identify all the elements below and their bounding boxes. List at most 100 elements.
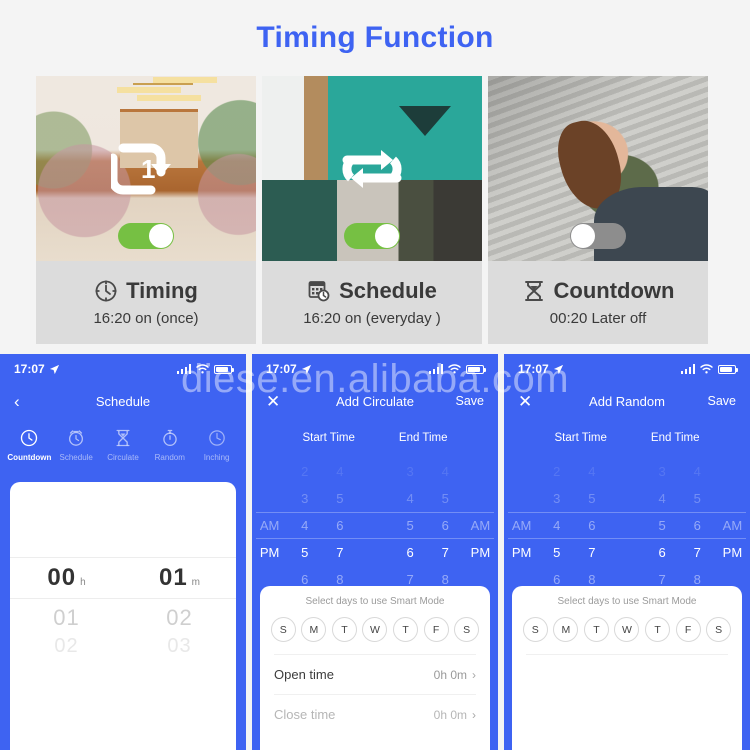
day-chip[interactable]: F — [675, 617, 701, 642]
wheel-cell: 3 — [406, 464, 414, 479]
day-chip[interactable]: T — [393, 617, 419, 642]
status-left: 17:07 — [266, 362, 312, 376]
wheel-cell: 4 — [588, 464, 596, 479]
close-icon[interactable]: ✕ — [518, 393, 532, 410]
battery-icon — [214, 364, 234, 374]
wheel-cell: 5 — [441, 491, 449, 506]
day-selector: S M T W T F S — [512, 609, 742, 654]
wheel-cell-selected: 7 — [588, 545, 596, 560]
repeat-loop-icon — [342, 149, 402, 188]
day-chip[interactable]: W — [362, 617, 388, 642]
countdown-sheet: 00 h 01 m 01 02 02 03 — [10, 482, 236, 750]
day-chip[interactable]: S — [522, 617, 548, 642]
alarm-clock-icon — [69, 430, 84, 446]
end-time-label: End Time — [650, 432, 700, 444]
day-chip[interactable]: T — [645, 617, 671, 642]
wheel-cell-selected: PM — [722, 545, 743, 560]
battery-icon — [718, 364, 738, 374]
hour-unit: h — [80, 577, 86, 588]
save-button[interactable]: Save — [708, 394, 737, 408]
wheel-cell-selected: 7 — [441, 545, 449, 560]
wheel-cell: 5 — [336, 491, 344, 506]
day-chip[interactable]: T — [583, 617, 609, 642]
status-time: 17:07 — [518, 362, 549, 376]
card-detail: 00:20 Later off — [549, 310, 647, 327]
wheel-cell: 3 — [301, 491, 309, 506]
wheel-cell-selected: 6 — [406, 545, 414, 560]
tab-circulate[interactable]: Circulate — [100, 428, 147, 462]
card-title-row: Countdown — [522, 278, 674, 304]
wheel-cell-selected: 7 — [336, 545, 344, 560]
duration-picker[interactable]: 00 h 01 m 01 02 02 03 — [10, 557, 236, 658]
hour-column[interactable]: 00 h — [10, 564, 123, 592]
card-detail: 16:20 on (everyday ) — [303, 310, 441, 327]
nav-title: Schedule — [95, 393, 151, 409]
hour-value: 00 — [47, 564, 77, 591]
day-chip[interactable]: S — [706, 617, 732, 642]
card-label: Timing — [126, 278, 198, 303]
status-time: 17:07 — [266, 362, 297, 376]
status-right — [176, 364, 234, 374]
wheel-cell: 7 — [658, 572, 666, 587]
wheel-cell: 4 — [441, 464, 449, 479]
toggle-switch[interactable] — [344, 223, 400, 249]
close-time-value-group: 0h 0m › — [434, 708, 476, 722]
nav-bar: ✕ Add Circulate Save — [252, 384, 498, 418]
wheel-row: 2 4 3 4 — [504, 458, 750, 485]
day-chip[interactable]: M — [301, 617, 327, 642]
day-chip[interactable]: T — [331, 617, 357, 642]
status-left: 17:07 — [518, 362, 564, 376]
tab-countdown[interactable]: Countdown — [6, 428, 53, 462]
minute-column[interactable]: 01 m — [123, 564, 236, 592]
wheel-selection-band — [508, 512, 746, 539]
close-icon[interactable]: ✕ — [266, 393, 280, 410]
wheel-cell: 3 — [553, 491, 561, 506]
hour-next2: 02 — [54, 635, 79, 657]
wheel-headers: Start Time End Time — [252, 432, 498, 444]
clock-target-icon — [95, 280, 117, 302]
minute-next2: 03 — [167, 635, 192, 657]
signal-bars-icon — [176, 364, 191, 374]
hourglass-icon — [524, 281, 543, 301]
location-arrow-icon — [301, 364, 311, 374]
divider — [526, 654, 728, 655]
wheel-row-selected: PM 5 7 6 7 PM — [504, 539, 750, 566]
tab-label: Random — [154, 453, 185, 462]
toggle-switch[interactable] — [118, 223, 174, 249]
tab-random[interactable]: Random — [146, 428, 193, 462]
day-chip[interactable]: F — [423, 617, 449, 642]
wheel-cell: 8 — [441, 572, 449, 587]
chevron-right-icon: › — [472, 667, 476, 682]
wheel-cell-selected: PM — [470, 545, 491, 560]
wifi-icon — [196, 364, 209, 374]
picker-next-row: 01 02 — [10, 599, 236, 631]
open-time-value: 0h 0m — [433, 667, 467, 682]
card-schedule[interactable]: Schedule 16:20 on (everyday ) — [262, 76, 482, 344]
day-chip[interactable]: S — [270, 617, 296, 642]
wheel-cell: 6 — [553, 572, 561, 587]
toggle-switch[interactable] — [570, 223, 626, 249]
open-time-label: Open time — [274, 667, 334, 682]
wheel-cell: 6 — [301, 572, 309, 587]
save-button[interactable]: Save — [456, 394, 485, 408]
wheel-cell: 4 — [693, 464, 701, 479]
open-time-row[interactable]: Open time 0h 0m › — [260, 655, 490, 694]
wheel-row: 3 5 4 5 — [504, 485, 750, 512]
card-timing[interactable]: 1 Timing 16:20 on (once) — [36, 76, 256, 344]
close-time-row[interactable]: Close time 0h 0m › — [260, 695, 490, 734]
wheel-cell-selected: 5 — [553, 545, 561, 560]
day-chip[interactable]: S — [454, 617, 480, 642]
wheel-cell-selected: 6 — [658, 545, 666, 560]
day-chip[interactable]: W — [614, 617, 640, 642]
phone-screens: 17:07 ‹ Schedule Countdown Schedule Circ… — [0, 354, 750, 750]
card-countdown[interactable]: Countdown 00:20 Later off — [488, 76, 708, 344]
tab-schedule[interactable]: Schedule — [53, 428, 100, 462]
tab-inching[interactable]: Inching — [193, 428, 240, 462]
day-chip[interactable]: M — [553, 617, 579, 642]
status-bar: 17:07 — [252, 354, 498, 384]
page-root: Timing Function 1 Timing 16:20 on (once)… — [0, 0, 750, 750]
repeat-once-icon: 1 — [111, 143, 171, 194]
close-time-label: Close time — [274, 707, 336, 722]
wheel-cell: 3 — [658, 464, 666, 479]
back-button[interactable]: ‹ — [14, 393, 20, 410]
